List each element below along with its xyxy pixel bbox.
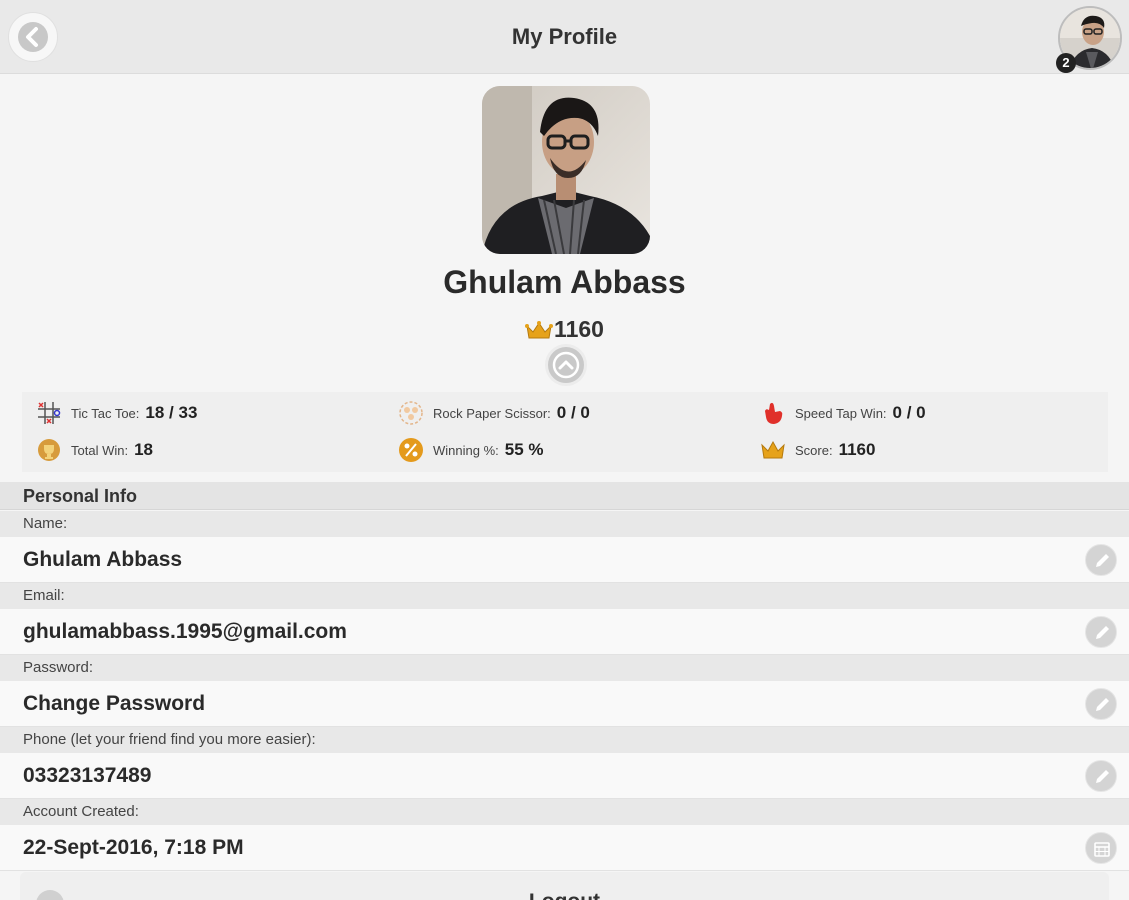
collapse-stats-button[interactable] xyxy=(545,344,587,386)
profile-score: 1160 xyxy=(0,316,1129,346)
page-title: My Profile xyxy=(511,24,618,49)
phone-label: Phone (let your friend find you more eas… xyxy=(0,727,1129,753)
tic-tac-toe-icon xyxy=(36,400,62,426)
name-value: Ghulam Abbass xyxy=(23,548,183,571)
edit-email-button[interactable] xyxy=(1085,616,1117,648)
stat-score: Score: 1160 xyxy=(760,436,875,464)
email-label: Email: xyxy=(0,583,1129,609)
stats-panel: Tic Tac Toe: 18 / 33 Rock Paper Scissor:… xyxy=(22,392,1108,472)
top-bar: My Profile 2 xyxy=(0,0,1129,74)
change-password-link[interactable]: Change Password xyxy=(23,692,205,715)
chevron-up-icon xyxy=(552,351,580,379)
name-field: Ghulam Abbass xyxy=(0,537,1129,583)
trophy-icon xyxy=(36,437,62,463)
stat-value: 18 xyxy=(134,440,153,459)
stat-value: 0 / 0 xyxy=(556,403,590,422)
stat-value: 55 % xyxy=(504,440,544,459)
account-created-label: Account Created: xyxy=(0,799,1129,825)
stat-label: Tic Tac Toe: xyxy=(71,405,140,421)
password-field: Change Password xyxy=(0,681,1129,727)
profile-name: Ghulam Abbass xyxy=(443,264,686,300)
stat-label: Winning %: xyxy=(433,442,499,458)
stat-tic-tac-toe: Tic Tac Toe: 18 / 33 xyxy=(36,399,197,427)
email-field: ghulamabbass.1995@gmail.com xyxy=(0,609,1129,655)
pencil-icon xyxy=(1096,554,1109,567)
stat-label: Rock Paper Scissor: xyxy=(433,405,551,421)
password-label: Password: xyxy=(0,655,1129,681)
profile-score-value: 1160 xyxy=(554,316,604,342)
phone-value: 03323137489 xyxy=(23,764,152,787)
logout-label: Logout xyxy=(20,890,1109,900)
stat-label: Total Win: xyxy=(71,442,129,458)
pencil-icon xyxy=(1096,770,1109,783)
stat-label: Score: xyxy=(795,442,833,458)
pencil-icon xyxy=(1096,626,1109,639)
calendar-icon xyxy=(1094,842,1110,857)
name-label: Name: xyxy=(0,511,1129,537)
speed-tap-icon xyxy=(760,400,786,426)
calendar-button xyxy=(1085,832,1117,864)
email-value: ghulamabbass.1995@gmail.com xyxy=(23,620,347,643)
profile-photo xyxy=(482,86,650,254)
stat-value: 18 / 33 xyxy=(145,403,198,422)
section-title: Personal Info xyxy=(0,482,1129,510)
logout-button[interactable]: Logout xyxy=(20,872,1109,900)
stat-value: 0 / 0 xyxy=(892,403,926,422)
stat-value: 1160 xyxy=(838,440,876,459)
crown-icon xyxy=(525,319,554,346)
pencil-icon xyxy=(1096,698,1109,711)
edit-name-button[interactable] xyxy=(1085,544,1117,576)
stat-total-win: Total Win: 18 xyxy=(36,436,153,464)
crown-icon xyxy=(760,437,786,463)
stat-rock-paper-scissor: Rock Paper Scissor: 0 / 0 xyxy=(398,399,590,427)
edit-phone-button[interactable] xyxy=(1085,760,1117,792)
stat-winning-percent: Winning %: 55 % xyxy=(398,436,544,464)
stat-speed-tap: Speed Tap Win: 0 / 0 xyxy=(760,399,926,427)
percent-icon xyxy=(398,437,424,463)
phone-field: 03323137489 xyxy=(0,753,1129,799)
account-created-field: 22-Sept-2016, 7:18 PM xyxy=(0,825,1129,871)
avatar-badge: 2 xyxy=(1056,53,1076,73)
rock-paper-scissor-icon xyxy=(398,400,424,426)
account-created-value: 22-Sept-2016, 7:18 PM xyxy=(23,836,244,859)
stat-label: Speed Tap Win: xyxy=(795,405,887,421)
edit-password-button[interactable] xyxy=(1085,688,1117,720)
